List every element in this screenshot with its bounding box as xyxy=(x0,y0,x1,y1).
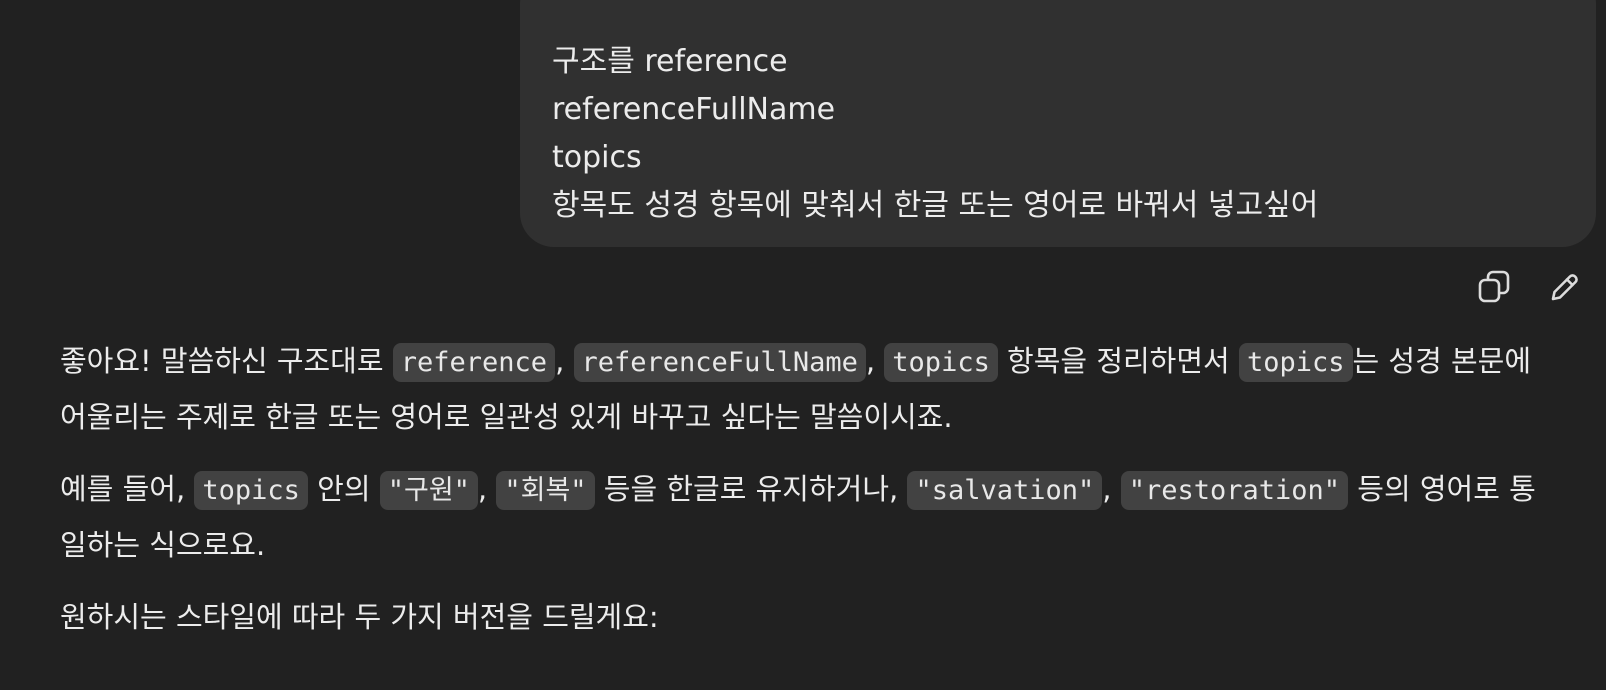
paragraph-text: 항목을 정리하면서 xyxy=(997,344,1239,378)
assistant-message: 좋아요! 말씀하신 구조대로 reference, referenceFullN… xyxy=(60,334,1590,662)
inline-code: "salvation" xyxy=(907,471,1103,510)
inline-code: "구원" xyxy=(379,471,478,510)
paragraph-text: 어울리는 주제로 한글 또는 영어로 일관성 있게 바꾸고 싶다는 말씀이시죠. xyxy=(60,400,953,434)
paragraph-text: 는 성경 본문에 xyxy=(1352,344,1532,378)
chat-page: 구조를 reference referenceFullName topics 항… xyxy=(0,0,1606,690)
inline-code: topics xyxy=(194,471,308,510)
user-message-bubble: 구조를 reference referenceFullName topics 항… xyxy=(520,0,1596,247)
inline-code: "회복" xyxy=(496,471,595,510)
inline-code: topics xyxy=(884,343,998,382)
paragraph-text: 예를 들어, xyxy=(60,472,195,506)
paragraph-text: 원하시는 스타일에 따라 두 가지 버전을 드릴게요: xyxy=(60,600,659,634)
assistant-paragraph-1: 좋아요! 말씀하신 구조대로 reference, referenceFullN… xyxy=(60,334,1590,444)
inline-code: "restoration" xyxy=(1120,471,1349,510)
user-message-line: 구조를 reference xyxy=(552,44,788,79)
paragraph-text: , xyxy=(555,344,574,378)
paragraph-text: , xyxy=(1102,472,1121,506)
inline-code: referenceFullName xyxy=(573,343,866,382)
inline-code: reference xyxy=(392,343,556,382)
user-message-line: referenceFullName xyxy=(552,92,836,127)
paragraph-text: 좋아요! 말씀하신 구조대로 xyxy=(60,344,393,378)
paragraph-text: 일하는 식으로요. xyxy=(60,528,266,562)
user-message-line: topics xyxy=(552,140,642,175)
paragraph-text: , xyxy=(865,344,885,378)
paragraph-text: 등을 한글로 유지하거나, xyxy=(594,472,908,506)
inline-code: topics xyxy=(1238,343,1353,382)
assistant-paragraph-2: 예를 들어, topics 안의 "구원", "회복" 등을 한글로 유지하거나… xyxy=(60,462,1590,572)
paragraph-text: 등의 영어로 통 xyxy=(1348,472,1536,506)
pencil-icon[interactable] xyxy=(1544,266,1586,308)
paragraph-text: 안의 xyxy=(307,472,380,506)
message-actions xyxy=(1474,266,1586,308)
copy-icon[interactable] xyxy=(1474,266,1516,308)
paragraph-text: , xyxy=(477,472,497,506)
user-message-line: 항목도 성경 항목에 맞춰서 한글 또는 영어로 바꿔서 넣고싶어 xyxy=(552,188,1319,223)
assistant-paragraph-3: 원하시는 스타일에 따라 두 가지 버전을 드릴게요: xyxy=(60,590,1590,644)
